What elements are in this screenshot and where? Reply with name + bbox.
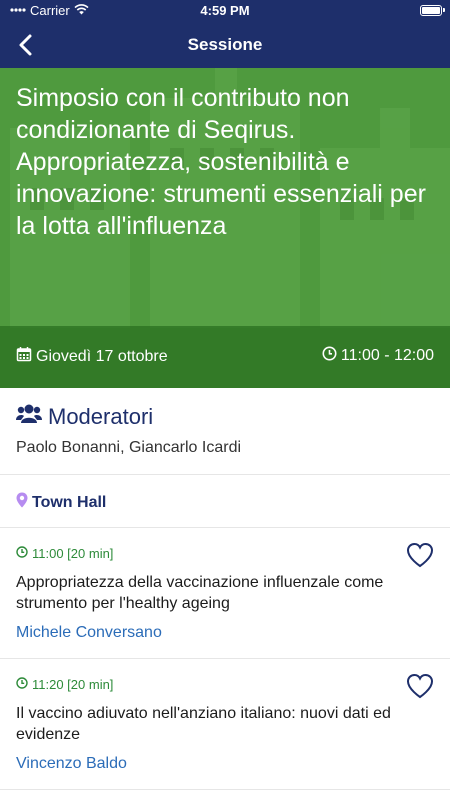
talk-time: 11:20 [20 min]: [16, 677, 113, 692]
talk-time-label: 11:00 [20 min]: [32, 546, 114, 561]
nav-title: Sessione: [187, 35, 263, 54]
users-icon: [16, 403, 42, 431]
favorite-heart-icon[interactable]: [406, 673, 434, 699]
talk-item[interactable]: 11:00 [20 min] Appropriatezza della vacc…: [0, 528, 450, 659]
session-date-label: Giovedì 17 ottobre: [36, 347, 168, 365]
moderators-section: Moderatori Paolo Bonanni, Giancarlo Icar…: [0, 388, 450, 475]
talk-speaker-link[interactable]: Vincenzo Baldo: [16, 755, 127, 773]
favorite-heart-icon[interactable]: [406, 542, 434, 568]
session-title: Simposio con il contributo non condizion…: [16, 84, 426, 240]
session-info-bar: Giovedì 17 ottobre 11:00 - 12:00: [0, 326, 450, 388]
talk-time: 11:00 [20 min]: [16, 546, 113, 561]
status-bar: Carrier 4:59 PM: [0, 0, 450, 22]
session-time: 11:00 - 12:00: [322, 346, 434, 366]
map-pin-icon: [16, 492, 28, 513]
clock-icon: [16, 677, 28, 692]
navigation-bar: Sessione: [0, 22, 450, 68]
clock: 4:59 PM: [200, 3, 250, 18]
moderators-names: Paolo Bonanni, Giancarlo Icardi: [16, 439, 242, 456]
room-section: Town Hall: [0, 475, 450, 528]
room-label: Town Hall: [32, 493, 107, 511]
session-date: Giovedì 17 ottobre: [16, 346, 168, 367]
moderators-title: Moderatori: [48, 404, 154, 429]
battery-icon: [420, 5, 445, 16]
session-hero: Simposio con il contributo non condizion…: [0, 68, 450, 388]
talk-item[interactable]: 11:20 [20 min] Il vaccino adiuvato nell'…: [0, 659, 450, 790]
calendar-icon: [16, 346, 32, 367]
talk-title: Il vaccino adiuvato nell'anziano italian…: [16, 705, 391, 743]
talk-time-label: 11:20 [20 min]: [32, 677, 114, 692]
session-time-label: 11:00 - 12:00: [340, 347, 434, 364]
clock-icon: [322, 346, 337, 366]
talk-speaker-link[interactable]: Michele Conversano: [16, 624, 162, 642]
clock-icon: [16, 546, 28, 561]
room-location[interactable]: Town Hall: [16, 492, 106, 513]
talk-title: Appropriatezza della vaccinazione influe…: [16, 574, 384, 612]
moderators-heading: Moderatori: [16, 403, 153, 431]
